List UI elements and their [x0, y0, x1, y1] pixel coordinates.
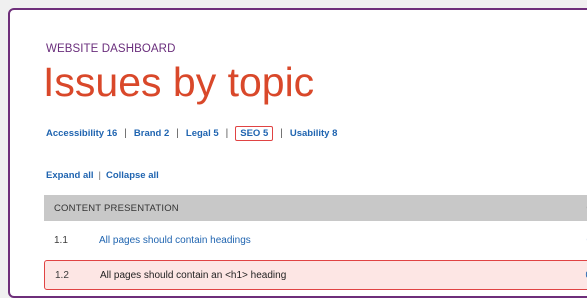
expand-separator: |: [98, 170, 101, 181]
issue-number: 1.1: [54, 234, 68, 246]
eyebrow-label: WEBSITE DASHBOARD: [46, 43, 176, 55]
collapse-all-link[interactable]: Collapse all: [106, 170, 159, 181]
issue-row-highlighted[interactable]: 1.2 All pages should contain an <h1> hea…: [44, 260, 587, 290]
expand-collapse-controls: Expand all | Collapse all: [46, 170, 159, 181]
topic-filter-bar: Accessibility 16 | Brand 2 | Legal 5 | S…: [46, 126, 337, 141]
section-header-content-presentation[interactable]: CONTENT PRESENTATION 0: [44, 195, 587, 221]
issue-link[interactable]: All pages should contain headings: [99, 235, 251, 246]
section-title: CONTENT PRESENTATION: [54, 202, 179, 214]
expand-all-link[interactable]: Expand all: [46, 170, 94, 181]
issue-text[interactable]: All pages should contain an <h1> heading: [100, 270, 286, 281]
issue-number: 1.2: [55, 269, 69, 281]
filter-separator: |: [124, 128, 127, 139]
page-title: Issues by topic: [43, 59, 315, 105]
issue-row[interactable]: 1.1 All pages should contain headings 0: [44, 228, 587, 252]
filter-brand[interactable]: Brand 2: [134, 128, 169, 139]
dashboard-card: WEBSITE DASHBOARD Issues by topic Access…: [8, 8, 587, 298]
filter-separator: |: [176, 128, 179, 139]
filter-separator: |: [280, 128, 283, 139]
filter-accessibility[interactable]: Accessibility 16: [46, 128, 117, 139]
filter-usability[interactable]: Usability 8: [290, 128, 338, 139]
filter-separator: |: [225, 128, 229, 139]
filter-seo-active[interactable]: SEO 5: [235, 126, 274, 141]
filter-legal[interactable]: Legal 5: [186, 128, 219, 139]
